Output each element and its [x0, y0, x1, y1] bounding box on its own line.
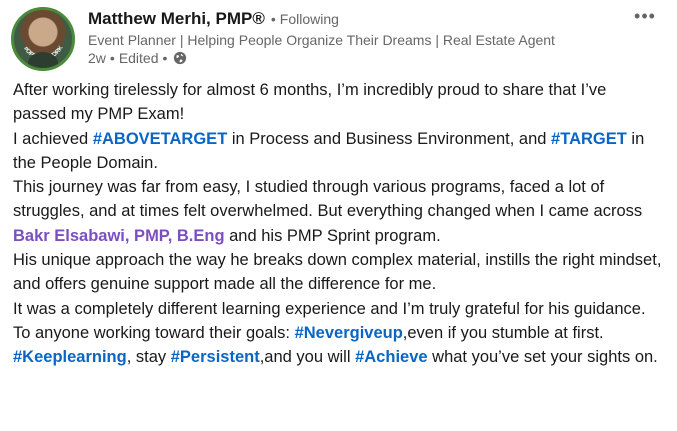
following-status: Following [279, 11, 339, 27]
author-name[interactable]: Matthew Merhi, PMP® [88, 9, 265, 29]
feed-post: #OPENTOWORK Matthew Merhi, PMP® • Follow… [0, 0, 677, 431]
hashtag-keeplearning[interactable]: #Keeplearning [13, 348, 127, 366]
avatar[interactable]: #OPENTOWORK [11, 7, 75, 71]
svg-text:#OPENTOWORK: #OPENTOWORK [22, 45, 65, 62]
author-row: Matthew Merhi, PMP® • Following [88, 9, 628, 29]
post-text: To anyone working toward their goals: [13, 323, 295, 342]
post-paragraph-6: To anyone working toward their goals: #N… [13, 321, 663, 370]
post-text: in Process and Business Environment, and [227, 129, 552, 148]
post-text: and his PMP Sprint program. [224, 226, 441, 245]
more-horizontal-icon: ••• [634, 5, 656, 26]
open-to-work-badge: #OPENTOWORK [22, 45, 65, 62]
hashtag-abovetarget[interactable]: #ABOVETARGET [93, 130, 227, 148]
hashtag-nevergiveup[interactable]: #Nevergiveup [295, 324, 403, 342]
post-text: ,even if you stumble at first. [402, 323, 604, 342]
follow-separator: • [270, 11, 276, 27]
post-paragraph-5: It was a completely different learning e… [13, 299, 646, 318]
post-text: , stay [126, 348, 171, 367]
hashtag-target[interactable]: #TARGET [551, 130, 627, 148]
post-paragraph-4: His unique approach the way he breaks do… [13, 251, 662, 294]
more-options-button[interactable]: ••• [631, 6, 659, 26]
post-paragraph-1: After working tirelessly for almost 6 mo… [13, 81, 607, 124]
post-text: what you’ve set your sights on. [427, 348, 658, 367]
post-meta: 2w • Edited • [88, 50, 628, 66]
post-text: This journey was far from easy, I studie… [13, 178, 643, 221]
post-paragraph-2: I achieved #ABOVETARGET in Process and B… [13, 127, 663, 176]
post-paragraph-3: This journey was far from easy, I studie… [13, 175, 663, 248]
hashtag-achieve[interactable]: #Achieve [355, 348, 427, 366]
author-headline: Event Planner | Helping People Organize … [88, 32, 555, 48]
mention-bakr-elsabawi[interactable]: Bakr Elsabawi, PMP, B.Eng [13, 227, 225, 245]
post-text: I achieved [13, 129, 93, 148]
hashtag-persistent[interactable]: #Persistent [171, 348, 260, 366]
post-time[interactable]: 2w [88, 50, 106, 66]
globe-icon [174, 51, 187, 65]
meta-separator-2: • [162, 50, 168, 66]
open-to-work-ring: #OPENTOWORK [22, 45, 65, 62]
edited-label: Edited [118, 50, 159, 66]
post-header: Matthew Merhi, PMP® • Following Event Pl… [88, 9, 628, 66]
meta-separator: • [109, 50, 115, 66]
post-body: After working tirelessly for almost 6 mo… [13, 78, 663, 370]
post-text: ,and you will [259, 348, 356, 367]
